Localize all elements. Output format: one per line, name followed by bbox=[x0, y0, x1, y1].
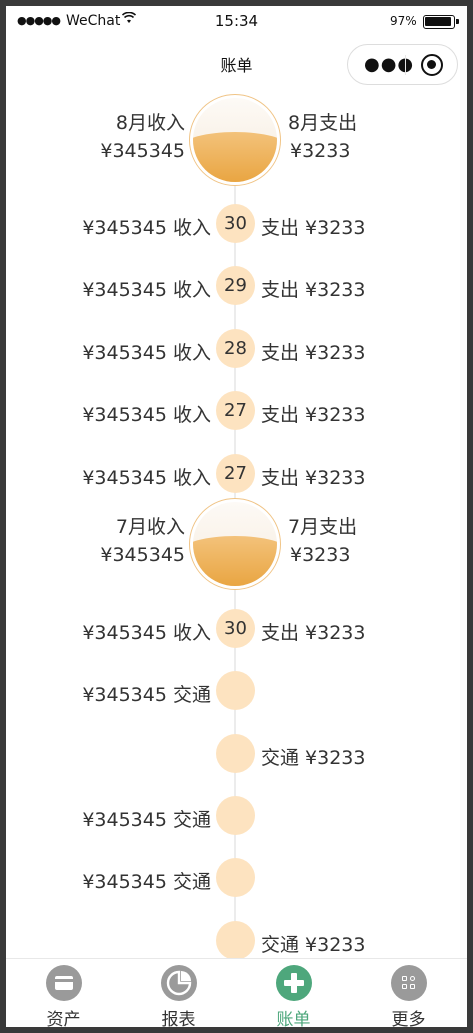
record-dot bbox=[216, 671, 255, 710]
month-summary-jul[interactable]: 7月收入 ¥345345 7月支出 ¥3233 bbox=[6, 498, 467, 594]
day-income: ¥345345 收入 bbox=[82, 279, 211, 301]
day-expense: 支出 ¥3233 bbox=[261, 622, 366, 644]
record-dot bbox=[216, 921, 255, 960]
day-row[interactable]: ¥345345 收入 27 支出 ¥3233 bbox=[6, 391, 467, 431]
tab-label: 更多 bbox=[391, 1010, 426, 1027]
month-expense-value: ¥3233 bbox=[290, 140, 351, 162]
record-dot bbox=[216, 858, 255, 897]
day-badge: 28 bbox=[216, 329, 255, 368]
day-income: ¥345345 收入 bbox=[82, 622, 211, 644]
month-summary-aug[interactable]: 8月收入 ¥345345 8月支出 ¥3233 bbox=[6, 94, 467, 190]
battery-percent: 97% bbox=[390, 14, 417, 28]
day-expense: 支出 ¥3233 bbox=[261, 404, 366, 426]
day-row[interactable]: ¥345345 收入 27 支出 ¥3233 bbox=[6, 454, 467, 494]
tab-label: 资产 bbox=[46, 1010, 81, 1027]
battery-icon bbox=[423, 15, 459, 29]
target-circle-icon[interactable] bbox=[421, 54, 443, 76]
record-dot bbox=[216, 734, 255, 773]
day-income: ¥345345 收入 bbox=[82, 342, 211, 364]
mini-program-capsule: ●●● bbox=[347, 44, 458, 85]
tab-bar: 资产 报表 账单 更多 bbox=[6, 958, 467, 1027]
day-row[interactable]: ¥345345 收入 30 支出 ¥3233 bbox=[6, 204, 467, 244]
day-expense: 支出 ¥3233 bbox=[261, 279, 366, 301]
day-badge: 27 bbox=[216, 454, 255, 493]
month-expense-label: 7月支出 bbox=[288, 516, 358, 538]
tab-label: 账单 bbox=[276, 1010, 311, 1027]
day-expense: 支出 ¥3233 bbox=[261, 342, 366, 364]
day-badge: 27 bbox=[216, 391, 255, 430]
tab-assets[interactable]: 资产 bbox=[6, 959, 121, 1027]
day-badge: 30 bbox=[216, 204, 255, 243]
more-dots-icon[interactable]: ●●● bbox=[364, 54, 414, 75]
plus-circle-icon bbox=[276, 965, 312, 1001]
wallet-icon bbox=[46, 965, 82, 1001]
day-row[interactable]: ¥345345 收入 29 支出 ¥3233 bbox=[6, 266, 467, 306]
grid-icon bbox=[391, 965, 427, 1001]
tab-reports[interactable]: 报表 bbox=[121, 959, 236, 1027]
record-row[interactable]: ¥345345 交通 bbox=[6, 858, 467, 898]
record-expense: 交通 ¥3233 bbox=[261, 934, 366, 956]
month-income-value: ¥345345 bbox=[100, 140, 185, 162]
month-income-value: ¥345345 bbox=[100, 544, 185, 566]
bill-timeline: 8月收入 ¥345345 8月支出 ¥3233 ¥345345 收入 30 支出… bbox=[6, 94, 467, 964]
day-income: ¥345345 收入 bbox=[82, 217, 211, 239]
day-expense: 支出 ¥3233 bbox=[261, 217, 366, 239]
status-bar: ●●●●● WeChat 15:34 97% bbox=[6, 6, 467, 36]
month-income-label: 7月收入 bbox=[115, 516, 185, 538]
record-income: ¥345345 交通 bbox=[82, 809, 211, 831]
month-expense-value: ¥3233 bbox=[290, 544, 351, 566]
capsule-divider bbox=[405, 55, 406, 75]
month-liquid-circle bbox=[189, 498, 281, 590]
tab-label: 报表 bbox=[161, 1010, 196, 1027]
day-badge: 30 bbox=[216, 609, 255, 648]
record-row[interactable]: 交通 ¥3233 bbox=[6, 734, 467, 774]
phone-screen: ●●●●● WeChat 15:34 97% 账单 ●●● 8月收入 ¥3453… bbox=[6, 6, 467, 1027]
pie-chart-icon bbox=[161, 965, 197, 1001]
record-row[interactable]: 交通 ¥3233 bbox=[6, 921, 467, 961]
record-expense: 交通 ¥3233 bbox=[261, 747, 366, 769]
tab-more[interactable]: 更多 bbox=[351, 959, 466, 1027]
day-income: ¥345345 收入 bbox=[82, 467, 211, 489]
record-row[interactable]: ¥345345 交通 bbox=[6, 671, 467, 711]
day-row[interactable]: ¥345345 收入 30 支出 ¥3233 bbox=[6, 609, 467, 649]
record-row[interactable]: ¥345345 交通 bbox=[6, 796, 467, 836]
day-income: ¥345345 收入 bbox=[82, 404, 211, 426]
day-row[interactable]: ¥345345 收入 28 支出 ¥3233 bbox=[6, 329, 467, 369]
month-income-label: 8月收入 bbox=[115, 112, 185, 134]
record-dot bbox=[216, 796, 255, 835]
record-income: ¥345345 交通 bbox=[82, 684, 211, 706]
record-income: ¥345345 交通 bbox=[82, 871, 211, 893]
day-badge: 29 bbox=[216, 266, 255, 305]
tab-bills[interactable]: 账单 bbox=[236, 959, 351, 1027]
month-expense-label: 8月支出 bbox=[288, 112, 358, 134]
day-expense: 支出 ¥3233 bbox=[261, 467, 366, 489]
battery-level-fill bbox=[425, 17, 451, 26]
month-liquid-circle bbox=[189, 94, 281, 186]
